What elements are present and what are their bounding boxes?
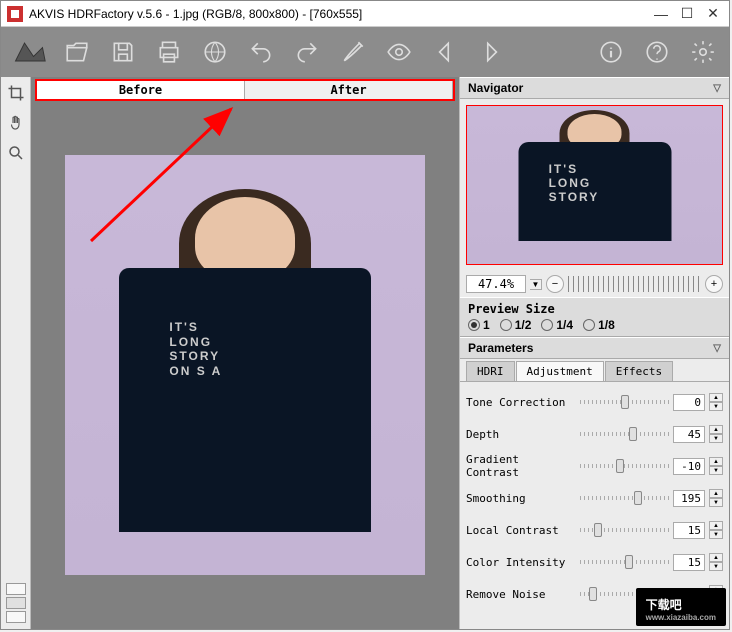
param-gradient-contrast: Gradient Contrast-10▲▼: [466, 450, 723, 482]
tab-before[interactable]: Before: [37, 81, 245, 99]
app-icon: [7, 6, 23, 22]
preview-size-label: Preview Size: [468, 302, 721, 316]
param-color-intensity: Color Intensity15▲▼: [466, 546, 723, 578]
swatch-3[interactable]: [6, 611, 26, 623]
spin-down[interactable]: ▼: [709, 498, 723, 507]
slider[interactable]: [580, 554, 669, 570]
navigator-header[interactable]: Navigator ▽: [460, 77, 729, 99]
spin-up[interactable]: ▲: [709, 489, 723, 498]
spin-down[interactable]: ▼: [709, 402, 723, 411]
before-after-tabs: Before After: [35, 79, 455, 101]
crop-tool[interactable]: [4, 81, 28, 105]
navigator-preview[interactable]: IT'S LONG STORY: [466, 105, 723, 265]
value-input[interactable]: 15: [673, 554, 705, 571]
next-button[interactable]: [473, 34, 509, 70]
open-button[interactable]: [59, 34, 95, 70]
save-button[interactable]: [105, 34, 141, 70]
image-subject: IT'S LONG STORY ON S A: [119, 197, 371, 575]
redo-button[interactable]: [289, 34, 325, 70]
print-button[interactable]: [151, 34, 187, 70]
slider[interactable]: [580, 426, 669, 442]
zoom-value[interactable]: 47.4%: [466, 275, 526, 293]
zoom-out-button[interactable]: −: [546, 275, 564, 293]
zoom-in-button[interactable]: +: [705, 275, 723, 293]
share-button[interactable]: [197, 34, 233, 70]
zoom-dropdown[interactable]: ▼: [530, 279, 542, 290]
swatch-2[interactable]: [6, 597, 26, 609]
param-local-contrast: Local Contrast15▲▼: [466, 514, 723, 546]
spin-down[interactable]: ▼: [709, 562, 723, 571]
undo-button[interactable]: [243, 34, 279, 70]
preview-size-header: Preview Size 1 1/2 1/4 1/8: [460, 297, 729, 337]
parameters-header[interactable]: Parameters ▽: [460, 337, 729, 359]
value-input[interactable]: 0: [673, 394, 705, 411]
titlebar: AKVIS HDRFactory v.5.6 - 1.jpg (RGB/8, 8…: [1, 1, 729, 27]
brush-button[interactable]: [335, 34, 371, 70]
window-title: AKVIS HDRFactory v.5.6 - 1.jpg (RGB/8, 8…: [29, 7, 651, 21]
slider[interactable]: [580, 458, 669, 474]
value-input[interactable]: -10: [673, 458, 705, 475]
preview-size-1[interactable]: 1: [468, 318, 490, 332]
spin-down[interactable]: ▼: [709, 530, 723, 539]
eye-button[interactable]: [381, 34, 417, 70]
spin-down[interactable]: ▼: [709, 434, 723, 443]
right-panel: Navigator ▽ IT'S LONG STORY: [459, 77, 729, 629]
tab-hdri[interactable]: HDRI: [466, 361, 515, 381]
slider[interactable]: [580, 522, 669, 538]
tab-adjustment[interactable]: Adjustment: [516, 361, 604, 381]
spin-up[interactable]: ▲: [709, 457, 723, 466]
left-toolbar: [1, 77, 31, 629]
value-input[interactable]: 15: [673, 522, 705, 539]
value-input[interactable]: 195: [673, 490, 705, 507]
help-button[interactable]: [639, 34, 675, 70]
spin-up[interactable]: ▲: [709, 553, 723, 562]
slider[interactable]: [580, 394, 669, 410]
preview-size-1-2[interactable]: 1/2: [500, 318, 532, 332]
canvas-area: Before After IT'S LONG STORY: [31, 77, 459, 629]
collapse-icon[interactable]: ▽: [713, 83, 721, 94]
app-window: AKVIS HDRFactory v.5.6 - 1.jpg (RGB/8, 8…: [0, 0, 730, 630]
slider[interactable]: [580, 490, 669, 506]
canvas-image: IT'S LONG STORY ON S A: [65, 155, 425, 575]
content-area: Before After IT'S LONG STORY: [1, 77, 729, 629]
spin-up[interactable]: ▲: [709, 521, 723, 530]
navigator-panel: IT'S LONG STORY: [460, 99, 729, 271]
preview-size-1-8[interactable]: 1/8: [583, 318, 615, 332]
settings-button[interactable]: [685, 34, 721, 70]
watermark: 下载吧 www.xiazaiba.com: [636, 588, 726, 626]
minimize-button[interactable]: —: [651, 4, 671, 24]
spin-up[interactable]: ▲: [709, 393, 723, 402]
prev-button[interactable]: [427, 34, 463, 70]
parameter-tabs: HDRI Adjustment Effects: [460, 359, 729, 382]
swatch-1[interactable]: [6, 583, 26, 595]
hand-tool[interactable]: [4, 111, 28, 135]
zoom-tool[interactable]: [4, 141, 28, 165]
main-toolbar: [1, 27, 729, 77]
window-controls: — ☐ ✕: [651, 4, 723, 24]
tab-after[interactable]: After: [245, 81, 453, 99]
info-button[interactable]: [593, 34, 629, 70]
value-input[interactable]: 45: [673, 426, 705, 443]
close-button[interactable]: ✕: [703, 4, 723, 24]
canvas-viewport[interactable]: IT'S LONG STORY ON S A: [31, 101, 459, 629]
param-depth: Depth45▲▼: [466, 418, 723, 450]
tab-effects[interactable]: Effects: [605, 361, 673, 381]
zoom-controls: 47.4% ▼ − +: [460, 271, 729, 297]
spin-up[interactable]: ▲: [709, 425, 723, 434]
app-logo: [9, 32, 49, 72]
maximize-button[interactable]: ☐: [677, 4, 697, 24]
zoom-slider[interactable]: [568, 276, 701, 292]
param-tone-correction: Tone Correction0▲▼: [466, 386, 723, 418]
param-smoothing: Smoothing195▲▼: [466, 482, 723, 514]
collapse-icon[interactable]: ▽: [713, 343, 721, 354]
preview-size-1-4[interactable]: 1/4: [541, 318, 573, 332]
spin-down[interactable]: ▼: [709, 466, 723, 475]
